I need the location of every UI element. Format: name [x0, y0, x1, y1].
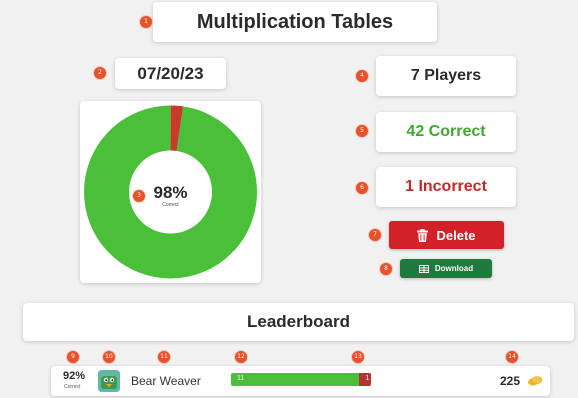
row-percent: 92%	[63, 370, 86, 382]
coins-icon	[528, 376, 542, 386]
annotation-marker: 1	[140, 16, 152, 28]
accuracy-donut-card: 98% Correct	[80, 101, 261, 283]
session-date: 07/20/23	[115, 58, 226, 89]
donut-percent-label: 98%	[153, 183, 187, 202]
download-button[interactable]: Download	[400, 259, 492, 278]
score-bar-incorrect-label: 1	[365, 375, 370, 382]
score-bar: 11 1	[231, 373, 371, 386]
correct-count: 42 Correct	[376, 112, 516, 152]
score-bar-correct-label: 11	[237, 375, 245, 382]
annotation-marker: 9	[67, 351, 79, 363]
annotation-marker: 3	[133, 190, 145, 202]
annotation-marker: 10	[103, 351, 115, 363]
annotation-marker: 5	[356, 125, 368, 137]
table-icon	[418, 264, 429, 273]
annotation-marker: 11	[158, 351, 170, 363]
score-bar-incorrect: 1	[359, 373, 371, 386]
incorrect-count: 1 Incorrect	[376, 167, 516, 207]
delete-button[interactable]: Delete	[389, 221, 504, 249]
duck-avatar-icon	[98, 370, 120, 392]
trash-icon	[417, 228, 429, 242]
player-name: Bear Weaver	[131, 374, 201, 388]
row-percent-caption: Correct	[64, 384, 81, 390]
annotation-marker: 4	[356, 70, 368, 82]
accuracy-donut-chart: 98% Correct	[84, 105, 257, 279]
donut-caption: Correct	[162, 202, 179, 208]
annotation-marker: 14	[506, 351, 518, 363]
annotation-marker: 6	[356, 182, 368, 194]
annotation-marker: 7	[369, 229, 381, 241]
annotation-marker: 12	[235, 351, 247, 363]
player-score: 225	[500, 374, 521, 388]
players-count: 7 Players	[376, 56, 516, 96]
leaderboard-row[interactable]: 92% Correct Bear Weaver 11 1 225	[51, 366, 550, 396]
annotation-marker: 13	[352, 351, 364, 363]
delete-button-label: Delete	[436, 227, 476, 243]
annotation-marker: 2	[94, 67, 106, 79]
annotation-marker: 8	[380, 263, 392, 275]
page-title: Multiplication Tables	[153, 2, 437, 42]
score-bar-correct: 11	[231, 373, 360, 386]
download-button-label: Download	[434, 264, 474, 273]
leaderboard-heading: Leaderboard	[23, 303, 574, 341]
